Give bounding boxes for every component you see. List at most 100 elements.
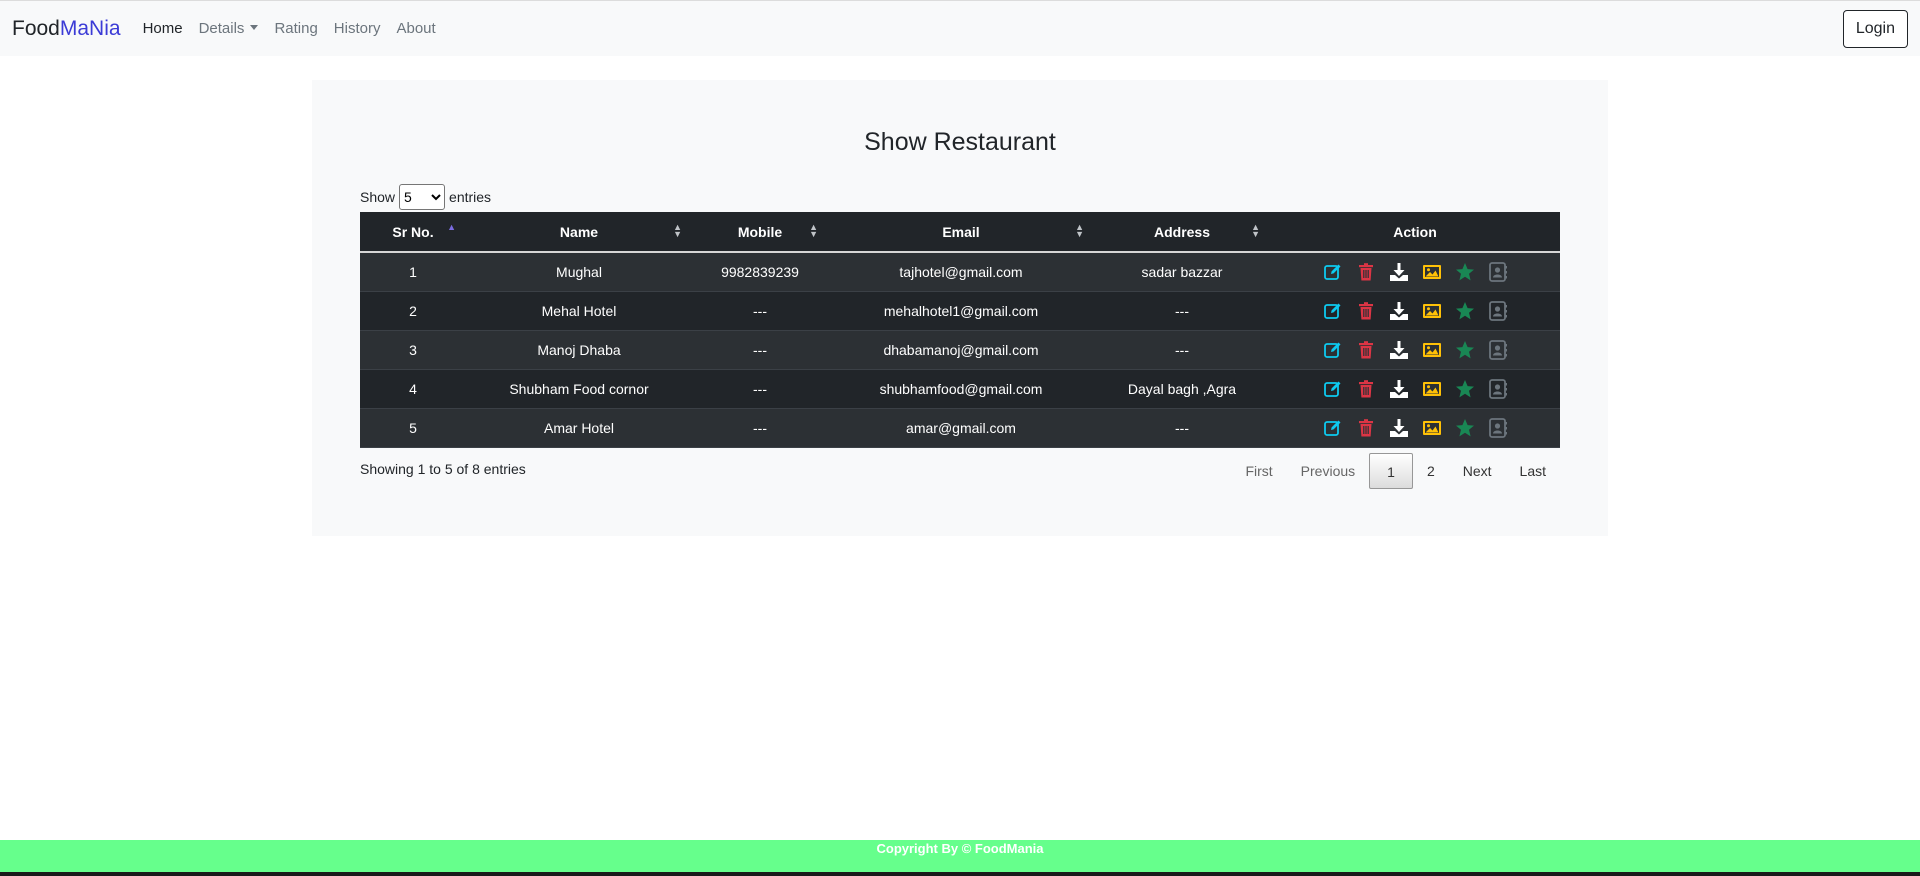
cell-action (1270, 291, 1560, 331)
col-header-action: Action (1270, 212, 1560, 253)
nav-home[interactable]: Home (135, 20, 191, 37)
nav-details-label: Details (198, 20, 245, 37)
brand-text-mania: MaNia (59, 16, 121, 40)
nav-links: Home Details Rating History About (135, 20, 444, 37)
star-icon[interactable] (1454, 417, 1476, 439)
cell-mobile: 9982839239 (692, 252, 828, 292)
cell-sr: 3 (360, 330, 466, 370)
footer: Copyright By © FoodMania (0, 840, 1920, 872)
cell-action (1270, 330, 1560, 370)
col-header-email-label: Email (942, 223, 980, 240)
contact-book-icon[interactable] (1487, 417, 1509, 439)
pagination-next[interactable]: Next (1449, 453, 1506, 489)
sort-icon: ▲ ▼ (809, 222, 818, 239)
pagination-last[interactable]: Last (1506, 453, 1560, 489)
entries-label: entries (449, 189, 492, 205)
login-button[interactable]: Login (1842, 10, 1908, 48)
cell-email: amar@gmail.com (828, 408, 1094, 448)
trash-icon[interactable] (1355, 378, 1377, 400)
download-icon[interactable] (1388, 300, 1410, 322)
trash-icon[interactable] (1355, 339, 1377, 361)
cell-address: --- (1094, 408, 1270, 448)
download-icon[interactable] (1388, 261, 1410, 283)
footer-copyright: Copyright By © FoodMania (876, 841, 1044, 856)
cell-sr: 4 (360, 369, 466, 409)
download-icon[interactable] (1388, 417, 1410, 439)
nav-details-dropdown[interactable]: Details (191, 20, 267, 37)
pagination-page-1[interactable]: 1 (1369, 453, 1413, 489)
download-icon[interactable] (1388, 339, 1410, 361)
image-icon[interactable] (1421, 339, 1443, 361)
star-icon[interactable] (1454, 261, 1476, 283)
pagination: First Previous 1 2 Next Last (1231, 453, 1560, 489)
cell-mobile: --- (692, 369, 828, 409)
cell-name: Amar Hotel (466, 408, 692, 448)
nav-history[interactable]: History (326, 20, 389, 37)
pagination-page-2[interactable]: 2 (1413, 453, 1449, 489)
cell-mobile: --- (692, 408, 828, 448)
action-buttons (1270, 417, 1560, 439)
edit-icon[interactable] (1322, 261, 1344, 283)
caret-down-icon (250, 25, 259, 30)
star-icon[interactable] (1454, 300, 1476, 322)
sort-icon: ▲ ▼ (1251, 222, 1260, 239)
pagination-previous[interactable]: Previous (1287, 453, 1369, 489)
table-row: 5 Amar Hotel --- amar@gmail.com --- (360, 408, 1560, 448)
brand-logo[interactable]: FoodMaNia (12, 17, 121, 41)
edit-icon[interactable] (1322, 300, 1344, 322)
restaurant-table: Sr No. ▲▼ Name ▲▼ Mobile ▲▼ Email ▲▼ Address… (360, 212, 1560, 448)
trash-icon[interactable] (1355, 417, 1377, 439)
image-icon[interactable] (1421, 300, 1443, 322)
star-icon[interactable] (1454, 339, 1476, 361)
star-icon[interactable] (1454, 378, 1476, 400)
cell-name: Manoj Dhaba (466, 330, 692, 370)
cell-action (1270, 369, 1560, 409)
action-buttons (1270, 339, 1560, 361)
action-buttons (1270, 261, 1560, 283)
cell-action (1270, 252, 1560, 292)
contact-book-icon[interactable] (1487, 378, 1509, 400)
edit-icon[interactable] (1322, 378, 1344, 400)
page-length-select[interactable]: 5 (399, 184, 446, 210)
cell-email: mehalhotel1@gmail.com (828, 291, 1094, 331)
download-icon[interactable] (1388, 378, 1410, 400)
bottom-bar (0, 872, 1920, 876)
edit-icon[interactable] (1322, 339, 1344, 361)
table-info: Showing 1 to 5 of 8 entries (360, 461, 526, 477)
cell-mobile: --- (692, 330, 828, 370)
col-header-address[interactable]: Address ▲ ▼ (1094, 212, 1270, 253)
table-row: 1 Mughal 9982839239 tajhotel@gmail.com sadar… (360, 252, 1560, 292)
image-icon[interactable] (1421, 261, 1443, 283)
cell-mobile: --- (692, 291, 828, 331)
brand-text-food: Food (12, 16, 60, 40)
trash-icon[interactable] (1355, 261, 1377, 283)
cell-name: Mehal Hotel (466, 291, 692, 331)
page-title: Show Restaurant (864, 128, 1056, 156)
col-header-name[interactable]: Name ▲ ▼ (466, 212, 692, 253)
contact-book-icon[interactable] (1487, 339, 1509, 361)
col-header-email[interactable]: Email ▲ ▼ (828, 212, 1094, 253)
col-header-address-label: Address (1153, 223, 1211, 240)
edit-icon[interactable] (1322, 417, 1344, 439)
table-row: 4 Shubham Food cornor --- shubhamfood@gmail… (360, 369, 1560, 409)
pagination-first[interactable]: First (1231, 453, 1286, 489)
show-label: Show (360, 189, 396, 205)
image-icon[interactable] (1421, 378, 1443, 400)
cell-name: Mughal (466, 252, 692, 292)
cell-name: Shubham Food cornor (466, 369, 692, 409)
contact-book-icon[interactable] (1487, 300, 1509, 322)
cell-sr: 5 (360, 408, 466, 448)
trash-icon[interactable] (1355, 300, 1377, 322)
col-header-sr-no[interactable]: Sr No. ▲▼ (360, 212, 466, 253)
cell-sr: 2 (360, 291, 466, 331)
table-header-row: Sr No. ▲▼ Name ▲▼ Mobile ▲▼ Email ▲▼ Address… (360, 212, 1560, 253)
nav-rating[interactable]: Rating (266, 20, 325, 37)
sort-icon: ▲ ▼ (1075, 222, 1084, 239)
cell-email: dhabamanoj@gmail.com (828, 330, 1094, 370)
image-icon[interactable] (1421, 417, 1443, 439)
contact-book-icon[interactable] (1487, 261, 1509, 283)
col-header-sr-no-label: Sr No. (392, 223, 434, 240)
sort-ascending-icon: ▲▼ (447, 222, 456, 232)
nav-about[interactable]: About (388, 20, 443, 37)
col-header-mobile[interactable]: Mobile ▲ ▼ (692, 212, 828, 253)
